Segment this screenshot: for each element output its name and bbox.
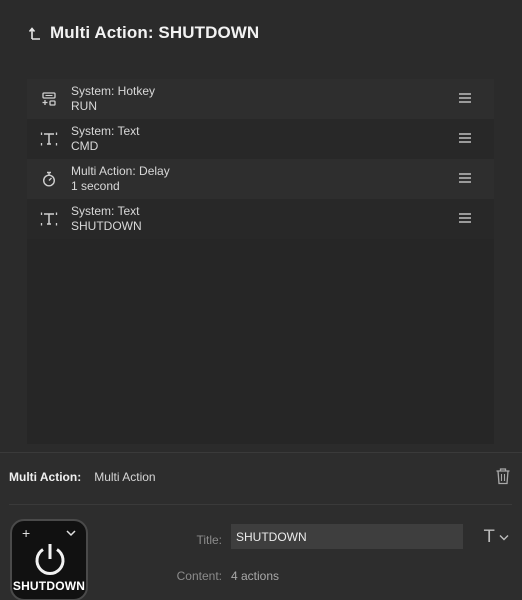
text-icon — [27, 199, 71, 239]
add-icon[interactable]: + — [22, 525, 30, 541]
actions-list: System: Hotkey RUN System: Text CMD Mult… — [27, 79, 494, 444]
chevron-down-icon — [499, 534, 509, 540]
action-text: Multi Action: Delay 1 second — [71, 164, 170, 194]
title-label: Title: — [196, 533, 222, 547]
action-text: System: Text SHUTDOWN — [71, 204, 142, 234]
action-subtitle: 1 second — [71, 179, 120, 193]
text-format-icon: T — [484, 527, 495, 547]
action-title: System: Text — [71, 204, 140, 218]
action-row[interactable]: System: Hotkey RUN — [27, 79, 494, 119]
action-row[interactable]: Multi Action: Delay 1 second — [27, 159, 494, 199]
back-arrow-icon[interactable] — [28, 26, 42, 40]
properties-panel: Multi Action: Multi Action + SHUTDOWN Ti… — [0, 452, 522, 600]
action-text: System: Text CMD — [71, 124, 139, 154]
text-icon — [27, 119, 71, 159]
drag-handle-icon[interactable] — [459, 213, 471, 223]
action-type-row: Multi Action: Multi Action — [9, 470, 156, 484]
drag-handle-icon[interactable] — [459, 173, 471, 183]
drag-handle-icon[interactable] — [459, 133, 471, 143]
action-row[interactable]: System: Text CMD — [27, 119, 494, 159]
key-preview[interactable]: + SHUTDOWN — [10, 519, 88, 600]
divider — [9, 504, 512, 505]
content-label: Content: — [176, 569, 222, 583]
action-type-label: Multi Action: — [9, 470, 82, 484]
action-subtitle: SHUTDOWN — [71, 219, 142, 233]
trash-icon[interactable] — [495, 467, 511, 485]
action-row[interactable]: System: Text SHUTDOWN — [27, 199, 494, 239]
content-value: 4 actions — [231, 569, 280, 583]
page-title: Multi Action: SHUTDOWN — [50, 23, 260, 42]
stopwatch-icon — [27, 159, 71, 199]
action-title: System: Hotkey — [71, 84, 156, 98]
action-title: System: Text — [71, 124, 140, 138]
key-title: SHUTDOWN — [12, 579, 86, 593]
power-icon — [35, 544, 65, 575]
header: Multi Action: SHUTDOWN — [28, 20, 259, 46]
action-subtitle: CMD — [71, 139, 99, 153]
action-type-value: Multi Action — [94, 470, 156, 484]
chevron-down-icon[interactable] — [66, 529, 76, 537]
hotkey-icon — [27, 79, 71, 119]
title-input[interactable] — [231, 524, 463, 549]
drag-handle-icon[interactable] — [459, 93, 471, 103]
action-title: Multi Action: Delay — [71, 164, 170, 178]
font-settings-button[interactable]: T — [484, 527, 509, 547]
action-text: System: Hotkey RUN — [71, 84, 155, 114]
action-subtitle: RUN — [71, 99, 97, 113]
